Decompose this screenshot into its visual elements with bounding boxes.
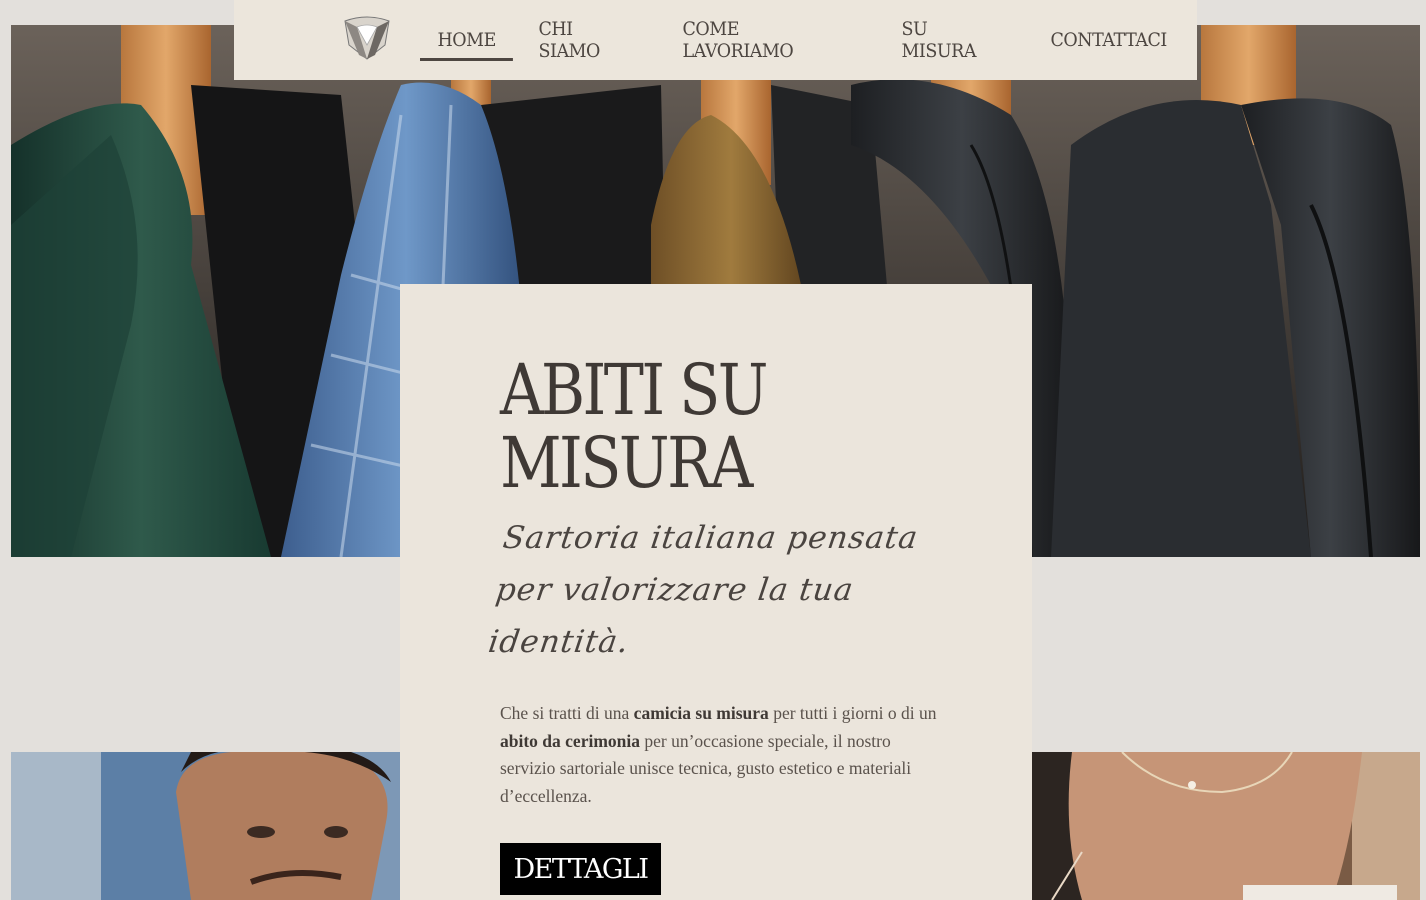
- floating-card: [1243, 885, 1397, 900]
- page-title: ABITI SU MISURA: [500, 354, 861, 500]
- body-bold-abito: abito da cerimonia: [500, 730, 640, 751]
- title-line-2: MISURA: [500, 422, 753, 504]
- nav-links: HOME CHI SIAMO COME LAVORIAMO SU MISURA …: [420, 0, 1197, 80]
- portrait-man-image: [11, 752, 400, 900]
- body-bold-camicia: camicia su misura: [633, 703, 769, 723]
- body-text-2: per tutti i giorni o di un: [768, 703, 937, 723]
- dettagli-button[interactable]: DETTAGLI: [500, 843, 661, 895]
- portrait-woman-image: [1032, 752, 1420, 900]
- nav-item-contattaci[interactable]: CONTATTACI: [1033, 0, 1184, 80]
- intro-paragraph: Che si tratti di una camicia su misura p…: [500, 700, 940, 810]
- body-text-1: Che si tratti di una: [500, 703, 634, 723]
- nav-item-come-lavoriamo[interactable]: COME LAVORIAMO: [665, 0, 866, 80]
- nav-item-home[interactable]: HOME: [420, 0, 514, 80]
- main-navbar: HOME CHI SIAMO COME LAVORIAMO SU MISURA …: [234, 0, 1197, 80]
- title-line-1: ABITI SU: [500, 349, 768, 431]
- hero-content-card: ABITI SU MISURA Sartoria italiana pensat…: [400, 284, 1032, 900]
- script-subtitle: Sartoria italiana pensata per valorizzar…: [486, 520, 921, 660]
- nav-item-chi-siamo[interactable]: CHI SIAMO: [521, 0, 653, 80]
- nav-item-su-misura[interactable]: SU MISURA: [884, 0, 1021, 80]
- shirt-collar-icon[interactable]: [341, 15, 393, 61]
